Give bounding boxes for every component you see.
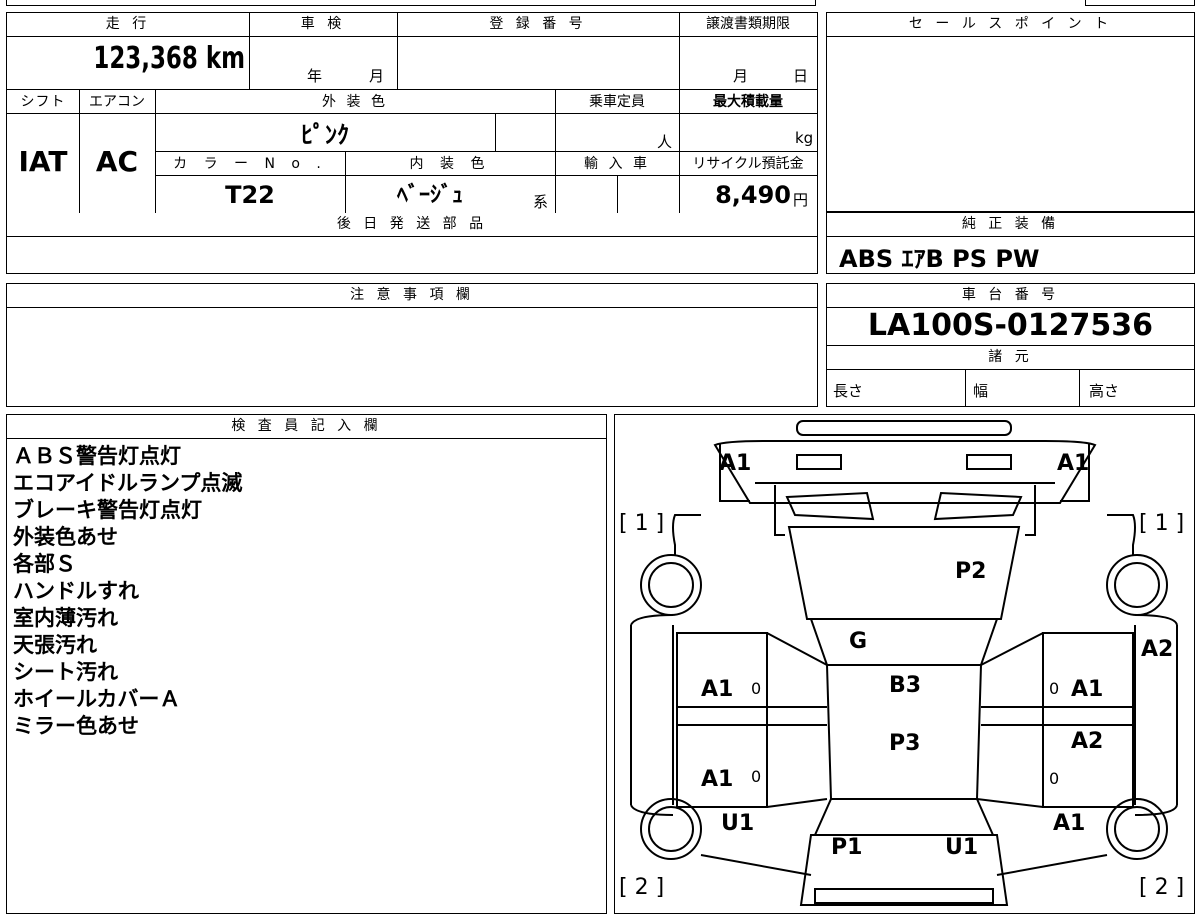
capacity-unit: 人 <box>657 133 673 151</box>
transfer-day-unit: 日 <box>793 67 809 85</box>
inspector-notes-box: 検 査 員 記 入 欄 ＡＢＳ警告灯点灯 エコアイドルランプ点滅 ブレーキ警告灯… <box>6 414 607 914</box>
mark-front-right: A1 <box>1057 451 1090 476</box>
mark-hood: P2 <box>955 559 987 584</box>
mark-left-rear-door: A1 <box>701 767 734 792</box>
inspection-year-unit: 年 <box>307 67 323 85</box>
note-item: ホイールカバーＡ <box>13 687 181 711</box>
note-item: 各部Ｓ <box>13 552 76 576</box>
note-item: ブレーキ警告灯点灯 <box>13 498 202 522</box>
note-item: 天張汚れ <box>13 633 97 657</box>
load-unit: kg <box>795 129 814 147</box>
aircon-header: エアコン <box>89 94 145 110</box>
chassis-header: 車 台 番 号 <box>827 284 1194 308</box>
inspector-notes-list: ＡＢＳ警告灯点灯 エコアイドルランプ点滅 ブレーキ警告灯点灯 外装色あせ 各部Ｓ… <box>13 443 242 740</box>
genuine-equipment-box: 純 正 装 備 ABS ｴｱB PS PW <box>826 212 1195 274</box>
note-item: ハンドルすれ <box>13 579 139 603</box>
mark-back-u1: U1 <box>945 835 979 860</box>
mark-front-left: A1 <box>719 451 752 476</box>
capacity-header: 乗車定員 <box>589 94 645 110</box>
shift-header: シフト <box>20 94 66 110</box>
width-label: 幅 <box>973 382 989 400</box>
inspection-month-unit: 月 <box>369 67 385 85</box>
note-item: エコアイドルランプ点滅 <box>13 471 243 495</box>
mark-left-front-door: A1 <box>701 677 734 702</box>
sales-point-header: セ ー ル ス ポ イ ン ト <box>827 13 1194 37</box>
chassis-box: 車 台 番 号 LA100S-0127536 諸 元 長さ 幅 高さ <box>826 283 1195 407</box>
inspector-notes-header: 検 査 員 記 入 欄 <box>7 415 606 439</box>
mark-left-rear-u1: U1 <box>721 811 755 836</box>
car-diagram-box: [ 1 ] [ 1 ] [ 2 ] [ 2 ] A1 A1 P2 G B3 P3… <box>614 414 1195 914</box>
shift-value: IAT <box>18 145 68 178</box>
transfer-month-unit: 月 <box>733 67 749 85</box>
transfer-deadline-header: 譲渡書類期限 <box>679 13 817 37</box>
interior-color-header: 内 装 色 <box>409 156 491 172</box>
exterior-color-header: 外 装 色 <box>322 94 388 110</box>
corner-label-rear-right: [ 2 ] <box>1139 875 1185 900</box>
note-item: シート汚れ <box>13 660 118 684</box>
mark-zero: 0 <box>1049 769 1060 788</box>
specs-header: 諸 元 <box>827 346 1194 370</box>
height-label: 高さ <box>1089 382 1120 400</box>
vehicle-info-table: 走 行 車 検 登 録 番 号 譲渡書類期限 123,368 km 年 月 月 … <box>6 12 818 274</box>
interior-color-suffix: 系 <box>533 193 549 211</box>
car-diagram <box>630 420 1178 906</box>
mark-roof-rear: P3 <box>889 731 921 756</box>
mark-zero: 0 <box>751 679 762 698</box>
mark-windshield: G <box>849 629 868 654</box>
recycle-fee-header: リサイクル預託金 <box>692 156 804 172</box>
sales-point-box: セ ー ル ス ポ イ ン ト <box>826 12 1195 212</box>
mark-zero: 0 <box>1049 679 1060 698</box>
mark-right-rear-a1: A1 <box>1053 811 1086 836</box>
corner-label-front-right: [ 1 ] <box>1139 511 1185 536</box>
note-item: 室内薄汚れ <box>13 606 118 630</box>
corner-label-rear-left: [ 2 ] <box>619 875 665 900</box>
note-item: 外装色あせ <box>13 525 118 549</box>
genuine-equipment-value: ABS ｴｱB PS PW <box>839 245 1040 273</box>
remarks-header: 注 意 事 項 欄 <box>7 284 817 308</box>
top-strip-right <box>1085 0 1195 6</box>
recycle-fee-value: 8,490 <box>715 181 791 209</box>
max-load-header: 最大積載量 <box>713 94 783 110</box>
later-parts-header: 後 日 発 送 部 品 <box>7 213 817 237</box>
mark-zero: 0 <box>751 767 762 786</box>
color-no-value: T22 <box>225 181 275 209</box>
mileage-header: 走 行 <box>7 13 249 37</box>
top-strip-left <box>6 0 816 6</box>
remarks-box: 注 意 事 項 欄 <box>6 283 818 407</box>
chassis-value: LA100S-0127536 <box>867 308 1154 343</box>
mark-roof: B3 <box>889 673 922 698</box>
length-label: 長さ <box>833 382 864 400</box>
mark-right-front-door: A1 <box>1071 677 1104 702</box>
note-item: ＡＢＳ警告灯点灯 <box>13 444 181 468</box>
color-no-header: カ ラ ー N o . <box>173 156 327 172</box>
import-header: 輸 入 車 <box>584 156 650 172</box>
exterior-color-value: ﾋﾟﾝｸ <box>301 121 349 149</box>
registration-header: 登 録 番 号 <box>397 13 679 37</box>
aircon-value: AC <box>95 145 139 178</box>
genuine-equipment-header: 純 正 装 備 <box>827 213 1194 237</box>
mileage-value: 123,368 km <box>93 41 245 76</box>
yen-unit: 円 <box>793 191 809 209</box>
mark-back-p1: P1 <box>831 835 863 860</box>
mark-right-rear-door: A2 <box>1071 729 1104 754</box>
corner-label-front-left: [ 1 ] <box>619 511 665 536</box>
mark-right-fender: A2 <box>1141 637 1174 662</box>
inspection-header: 車 検 <box>249 13 397 37</box>
note-item: ミラー色あせ <box>13 714 139 738</box>
interior-color-value: ﾍﾞｰｼﾞｭ <box>396 183 463 208</box>
